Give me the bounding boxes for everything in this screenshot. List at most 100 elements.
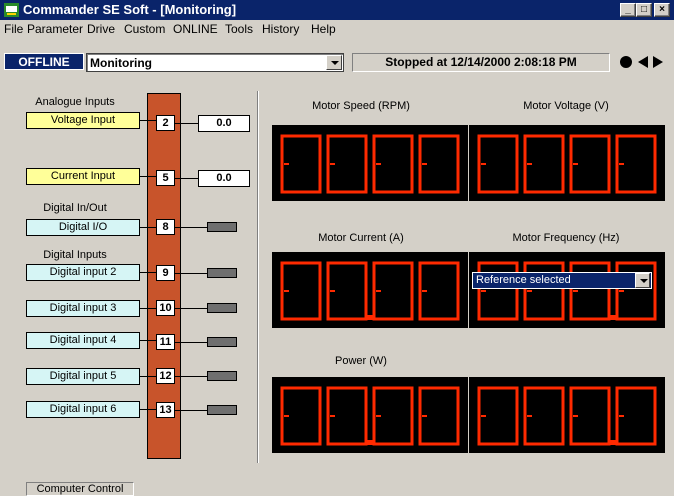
display-title: Motor Frequency (Hz) <box>512 232 620 244</box>
chevron-down-icon[interactable] <box>326 55 342 70</box>
segment-digit <box>569 134 611 194</box>
maximize-button[interactable]: □ <box>636 3 652 17</box>
minimize-button[interactable]: _ <box>620 3 636 17</box>
nav-right-icon[interactable] <box>653 56 663 68</box>
reference-select-value: Reference selected <box>476 274 571 286</box>
close-button[interactable]: × <box>654 3 670 17</box>
digital-input-label: Digital input 5 <box>26 368 140 385</box>
terminal-number: 9 <box>156 265 175 281</box>
connector-line <box>140 176 156 177</box>
current-input-label: Current Input <box>26 168 140 185</box>
digital-in-out-heading: Digital In/Out <box>43 202 107 214</box>
segment-digit <box>326 386 368 446</box>
segment-digit <box>280 134 322 194</box>
vertical-divider <box>257 91 259 463</box>
voltage-value: 0.0 <box>198 115 250 132</box>
decimal-point <box>610 440 616 445</box>
connector-line <box>175 273 207 274</box>
digital-io-label: Digital I/O <box>26 219 140 236</box>
terminal-number: 5 <box>156 170 175 186</box>
digital-input-label: Digital input 2 <box>26 264 140 281</box>
record-icon[interactable] <box>620 56 632 68</box>
display-title: Motor Speed (RPM) <box>312 100 410 112</box>
status-led <box>207 405 237 415</box>
offline-badge[interactable]: OFFLINE <box>4 53 84 70</box>
decimal-point <box>367 440 373 445</box>
connector-line <box>140 376 156 377</box>
display-title: Power (W) <box>335 355 387 367</box>
segment-digit <box>569 386 611 446</box>
status-led <box>207 371 237 381</box>
segment-digit <box>418 261 460 321</box>
digital-inputs-heading: Digital Inputs <box>43 249 107 261</box>
voltage-input-label: Voltage Input <box>26 112 140 129</box>
nav-left-icon[interactable] <box>638 56 648 68</box>
menu-tools[interactable]: Tools <box>225 22 253 36</box>
connector-line <box>175 178 198 179</box>
segment-digit <box>418 386 460 446</box>
digital-input-label: Digital input 3 <box>26 300 140 317</box>
menu-online[interactable]: ONLINE <box>173 22 218 36</box>
segment-digit <box>326 261 368 321</box>
display-title: Motor Voltage (V) <box>523 100 609 112</box>
chevron-down-icon[interactable] <box>635 273 650 288</box>
terminal-number: 11 <box>156 334 175 350</box>
segment-digits <box>280 134 460 194</box>
menu-file[interactable]: File <box>4 22 23 36</box>
status-led <box>207 222 237 232</box>
title-bar: Commander SE Soft - [Monitoring] _ □ × <box>0 0 674 20</box>
menu-history[interactable]: History <box>262 22 299 36</box>
menu-custom[interactable]: Custom <box>124 22 165 36</box>
status-led <box>207 268 237 278</box>
motor-voltage-display <box>469 125 665 201</box>
terminal-number: 12 <box>156 368 175 384</box>
menu-help[interactable]: Help <box>311 22 336 36</box>
computer-control-tab[interactable]: Computer Control <box>26 482 134 496</box>
menu-parameter[interactable]: Parameter <box>27 22 83 36</box>
segment-digits <box>477 261 657 321</box>
motor-speed-display <box>272 125 468 201</box>
reference-select[interactable]: Reference selected <box>472 272 652 289</box>
current-value: 0.0 <box>198 170 250 187</box>
segment-digit <box>280 261 322 321</box>
app-icon <box>4 3 19 17</box>
motor-current-display <box>272 252 468 328</box>
status-led <box>207 337 237 347</box>
power-display <box>272 377 468 453</box>
segment-digits <box>280 261 460 321</box>
connector-line <box>140 227 156 228</box>
status-led <box>207 303 237 313</box>
reference-display <box>469 377 665 453</box>
connector-line <box>175 227 207 228</box>
segment-digits <box>477 386 657 446</box>
segment-digit <box>523 386 565 446</box>
terminal-number: 2 <box>156 115 175 131</box>
connector-line <box>175 376 207 377</box>
page-select[interactable]: Monitoring <box>86 53 344 72</box>
analogue-inputs-heading: Analogue Inputs <box>35 96 115 108</box>
motor-frequency-display <box>469 252 665 328</box>
segment-digit <box>477 134 519 194</box>
connector-line <box>175 308 207 309</box>
connector-line <box>140 308 156 309</box>
segment-digit <box>523 134 565 194</box>
connector-line <box>140 340 156 341</box>
decimal-point <box>367 315 373 320</box>
page-select-value: Monitoring <box>90 56 152 70</box>
segment-digit <box>418 134 460 194</box>
menu-drive[interactable]: Drive <box>87 22 115 36</box>
segment-digit <box>280 386 322 446</box>
connector-line <box>140 120 156 121</box>
window-title: Commander SE Soft - [Monitoring] <box>23 2 237 17</box>
terminal-number: 13 <box>156 402 175 418</box>
segment-digit <box>372 134 414 194</box>
digital-input-label: Digital input 4 <box>26 332 140 349</box>
status-bar: Computer Control <box>0 481 674 496</box>
segment-digit <box>372 386 414 446</box>
display-title: Motor Current (A) <box>318 232 404 244</box>
connector-line <box>175 342 207 343</box>
monitoring-panel: Analogue Inputs Voltage Input 2 0.0 Curr… <box>0 81 674 481</box>
segment-digit <box>326 134 368 194</box>
connector-line <box>175 410 207 411</box>
decimal-point <box>610 315 616 320</box>
